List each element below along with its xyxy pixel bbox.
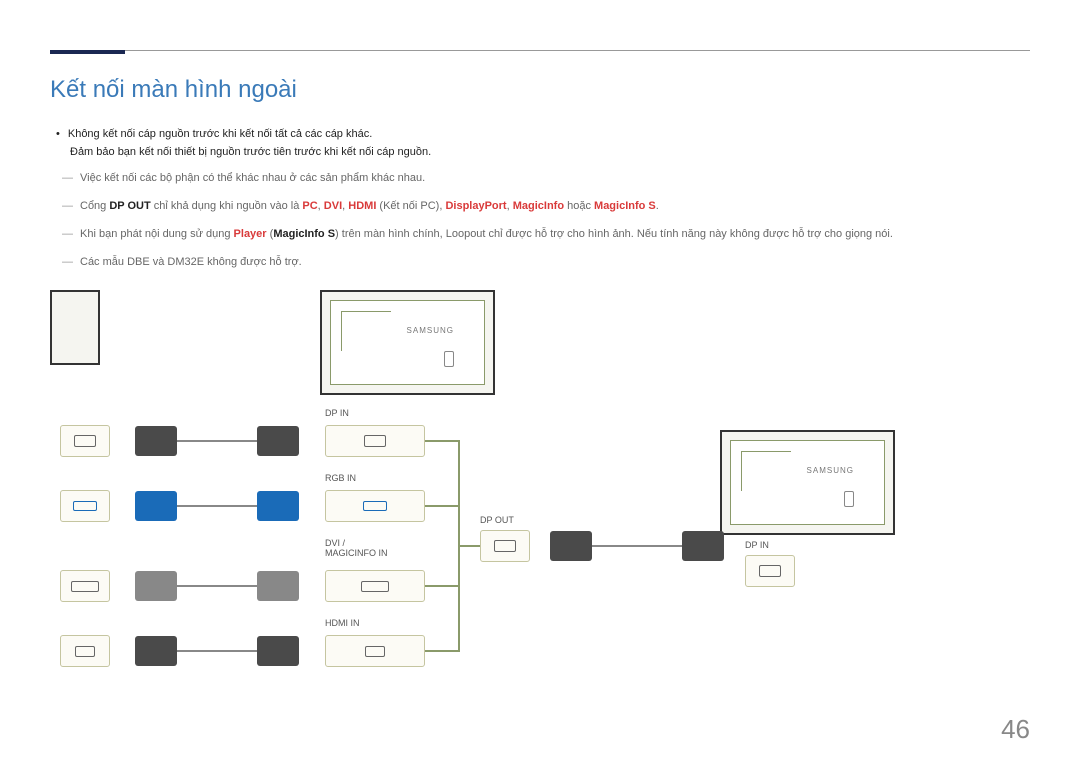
monitor-2: SAMSUNG [720,430,895,535]
cable-dpout [592,545,682,547]
cable-dp [177,440,257,442]
monitor-1: SAMSUNG [320,290,495,395]
port-left-dvi [60,570,110,602]
port-left-dp [60,425,110,457]
note-2: Cổng DP OUT chỉ khả dụng khi nguồn vào l… [80,197,1030,217]
plug-vga-right [257,491,299,521]
brand-label-1: SAMSUNG [407,326,454,335]
label-dp-out: DP OUT [480,515,514,525]
plug-vga-left [135,491,177,521]
plug-dp-left [135,426,177,456]
connection-diagram: SAMSUNG SAMSUNG DP IN RGB IN DVI / MAGIC… [50,290,1030,710]
port-right-rgb-in [325,490,425,522]
bullet-warning: Không kết nối cáp nguồn trước khi kết nố… [70,126,1030,144]
port-dp-out [480,530,530,562]
cable-vga [177,505,257,507]
note-3: Khi bạn phát nội dung sử dụng Player (Ma… [80,225,1030,245]
plug-dvi-right [257,571,299,601]
note-4: Các mẫu DBE và DM32E không được hỗ trợ. [80,253,1030,273]
label-hdmi-in: HDMI IN [325,618,360,628]
cable-dvi [177,585,257,587]
header-divider [50,50,1030,51]
brand-label-2: SAMSUNG [807,466,854,475]
port-right-dvi-in [325,570,425,602]
port-right-dp-in [325,425,425,457]
plug-dvi-left [135,571,177,601]
plug-dp-right [257,426,299,456]
port-right-hdmi-in [325,635,425,667]
header-accent [50,50,125,54]
label-dp-in: DP IN [325,408,349,418]
bullet-warning-sub: Đảm bảo bạn kết nối thiết bị nguồn trước… [70,144,1030,162]
label-dp-in-2: DP IN [745,540,769,550]
plug-dpout-left [550,531,592,561]
plug-dpout-right [682,531,724,561]
label-dvi-magicinfo: DVI / MAGICINFO IN [325,538,388,558]
note-1: Việc kết nối các bộ phận có thể khác nha… [80,169,1030,189]
page-number: 46 [1001,714,1030,745]
cable-hdmi [177,650,257,652]
source-device [50,290,100,365]
plug-hdmi-right [257,636,299,666]
page-title: Kết nối màn hình ngoài [50,76,1030,104]
plug-hdmi-left [135,636,177,666]
label-rgb-in: RGB IN [325,473,356,483]
port-left-vga [60,490,110,522]
port-dp-in-2 [745,555,795,587]
port-left-hdmi [60,635,110,667]
